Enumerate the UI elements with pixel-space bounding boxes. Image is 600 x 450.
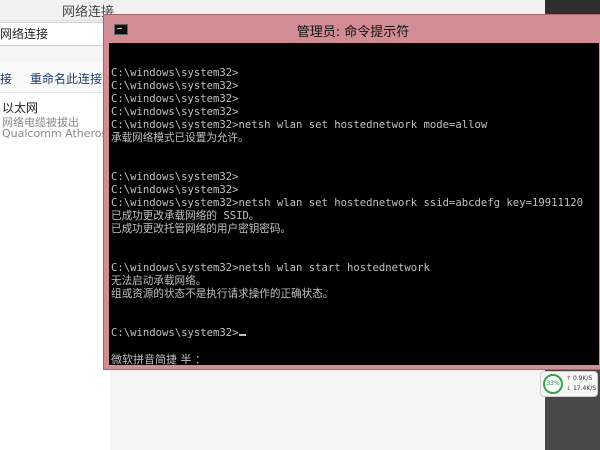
text-cursor (238, 334, 246, 336)
upload-speed: ↑ 0.9K/S (566, 375, 592, 382)
console-output: C:\windows\system32> C:\windows\system32… (111, 67, 583, 340)
adapter-list: 以太网 网络电缆被拔出 Qualcomm Atheros A (0, 93, 118, 450)
download-speed: ↓ 17.4K/S (566, 385, 596, 392)
console-text: C:\windows\system32> C:\windows\system32… (111, 67, 583, 339)
network-toolbar: 接 重命名此连接 (0, 62, 110, 93)
command-prompt-window: 管理员: 命令提示符 C:\windows\system32> C:\windo… (103, 14, 600, 370)
download-speed-value: 17.4K/S (572, 385, 597, 392)
network-speed-widget[interactable]: 33% ↑ 0.9K/S ↓ 17.4K/S (540, 371, 598, 397)
speed-percent-badge: 33% (543, 374, 563, 394)
ime-status[interactable]: 微软拼音简捷 半 ： (111, 351, 206, 367)
cmd-window-title: 管理员: 命令提示符 (296, 25, 410, 40)
address-bar[interactable]: 网络连接 (0, 22, 111, 46)
download-arrow-icon: ↓ (566, 385, 572, 392)
upload-speed-value: 0.9K/S (572, 375, 593, 382)
upload-arrow-icon: ↑ (566, 375, 572, 382)
adapter-device: Qualcomm Atheros A (2, 127, 119, 140)
toolbar-item-connect[interactable]: 接 (0, 70, 12, 87)
console-area[interactable]: C:\windows\system32> C:\windows\system32… (109, 43, 599, 367)
cmd-titlebar[interactable]: 管理员: 命令提示符 (104, 15, 600, 43)
rename-connection-button[interactable]: 重命名此连接 (30, 70, 102, 87)
